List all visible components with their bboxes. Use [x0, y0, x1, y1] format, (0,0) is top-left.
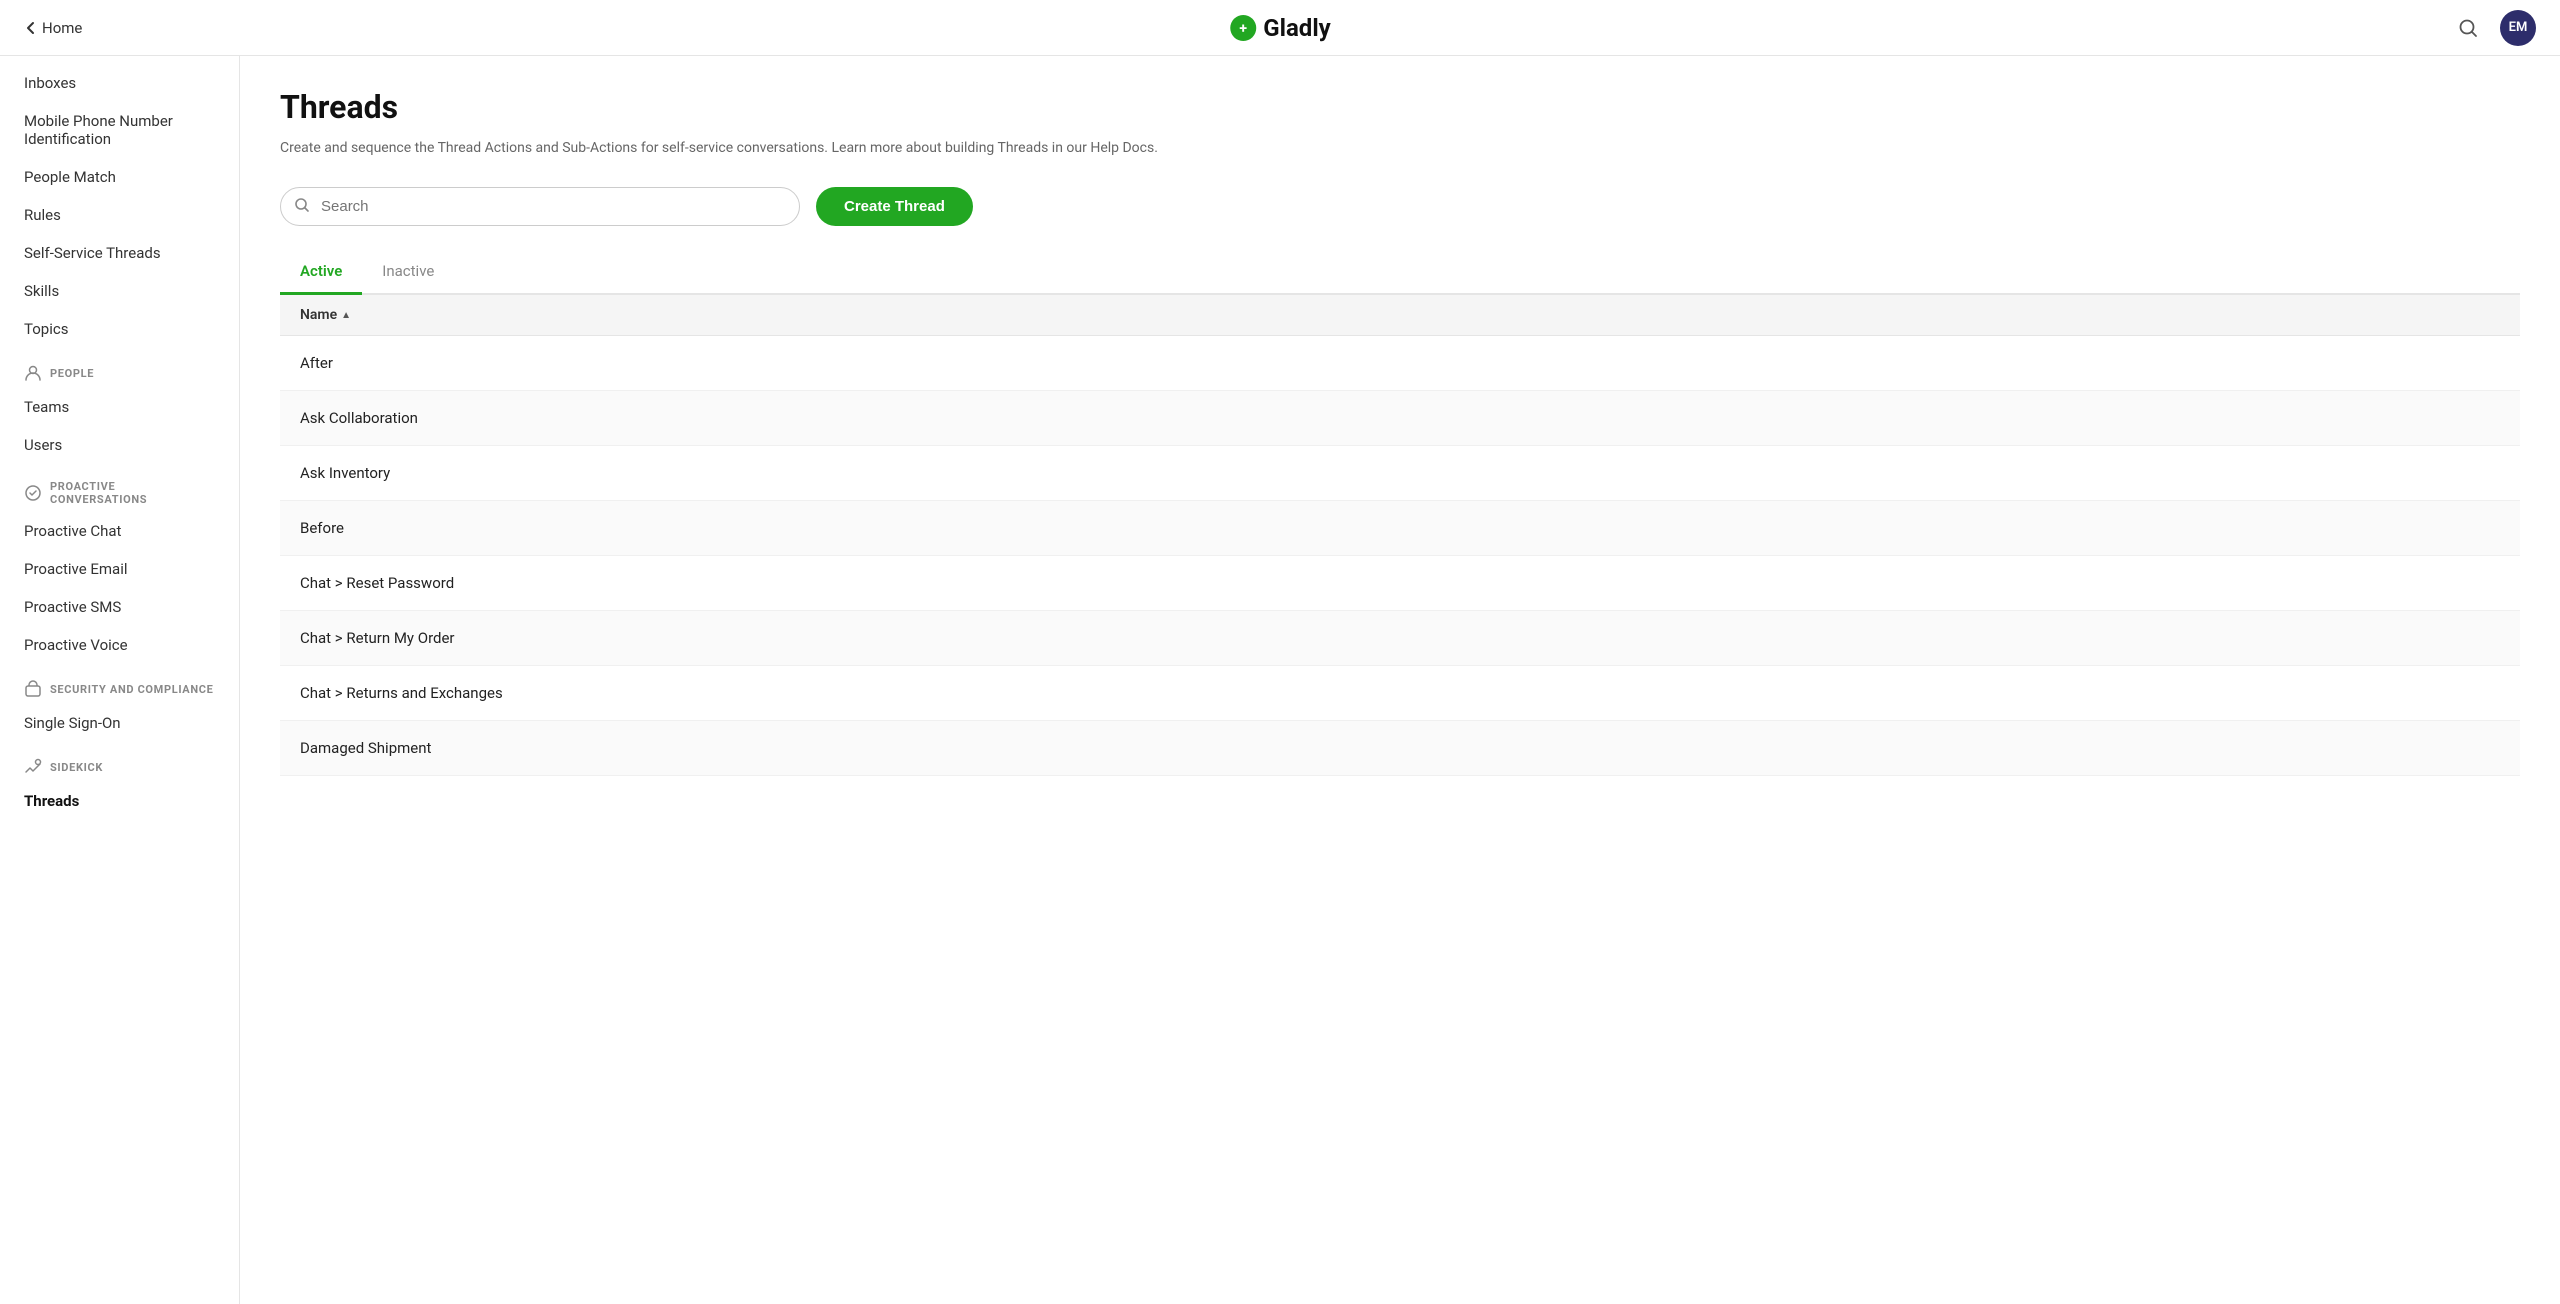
- back-label: Home: [42, 19, 82, 37]
- proactive-icon: [24, 484, 42, 502]
- logo: + Gladly: [1229, 14, 1331, 42]
- sidebar-item-teams[interactable]: Teams: [0, 388, 239, 426]
- create-thread-button[interactable]: Create Thread: [816, 187, 973, 226]
- table-row[interactable]: Damaged Shipment: [280, 721, 2520, 776]
- tabs: Active Inactive: [280, 250, 2520, 295]
- top-nav-right: EM: [2452, 10, 2536, 46]
- global-search-button[interactable]: [2452, 12, 2484, 44]
- sidebar-item-threads[interactable]: Threads: [0, 782, 239, 820]
- search-and-action: Create Thread: [280, 187, 2520, 226]
- sidebar-item-inboxes[interactable]: Inboxes: [0, 64, 239, 102]
- table-row[interactable]: Chat > Returns and Exchanges: [280, 666, 2520, 721]
- sidebar-item-topics[interactable]: Topics: [0, 310, 239, 348]
- search-input-icon: [294, 197, 310, 217]
- user-avatar[interactable]: EM: [2500, 10, 2536, 46]
- sidebar: Inboxes Mobile Phone Number Identificati…: [0, 56, 240, 1304]
- sidebar-item-proactive-voice[interactable]: Proactive Voice: [0, 626, 239, 664]
- search-icon: [2458, 18, 2478, 38]
- table-row[interactable]: Chat > Reset Password: [280, 556, 2520, 611]
- table-row[interactable]: Ask Inventory: [280, 446, 2520, 501]
- table-row[interactable]: Ask Collaboration: [280, 391, 2520, 446]
- table-row[interactable]: After: [280, 336, 2520, 391]
- section-header-security: SECURITY AND COMPLIANCE: [0, 664, 239, 704]
- page-description: Create and sequence the Thread Actions a…: [280, 138, 2520, 159]
- tab-inactive[interactable]: Inactive: [362, 250, 454, 295]
- content-card: Threads Create and sequence the Thread A…: [240, 56, 2560, 1304]
- layout: Inboxes Mobile Phone Number Identificati…: [0, 56, 2560, 1304]
- gladly-logo-icon: +: [1229, 14, 1257, 42]
- threads-list: AfterAsk CollaborationAsk InventoryBefor…: [280, 336, 2520, 776]
- table-row[interactable]: Chat > Return My Order: [280, 611, 2520, 666]
- sort-arrow-icon: ▲: [341, 310, 351, 321]
- main-content: Threads Create and sequence the Thread A…: [240, 56, 2560, 1304]
- logo-text: Gladly: [1263, 14, 1331, 42]
- section-header-sidekick: SIDEKICK: [0, 742, 239, 782]
- sidebar-item-self-service-threads[interactable]: Self-Service Threads: [0, 234, 239, 272]
- back-button[interactable]: Home: [24, 19, 82, 37]
- tab-active[interactable]: Active: [280, 250, 362, 295]
- sidebar-item-proactive-email[interactable]: Proactive Email: [0, 550, 239, 588]
- column-name-sort[interactable]: Name ▲: [300, 307, 351, 323]
- search-wrapper: [280, 187, 800, 226]
- sidebar-item-skills[interactable]: Skills: [0, 272, 239, 310]
- sidebar-item-people-match[interactable]: People Match: [0, 158, 239, 196]
- sidebar-item-rules[interactable]: Rules: [0, 196, 239, 234]
- table-header: Name ▲: [280, 295, 2520, 336]
- sidebar-item-proactive-chat[interactable]: Proactive Chat: [0, 512, 239, 550]
- section-header-people: PEOPLE: [0, 348, 239, 388]
- sidebar-top-items: Inboxes Mobile Phone Number Identificati…: [0, 64, 239, 348]
- sidebar-item-mobile-phone[interactable]: Mobile Phone Number Identification: [0, 102, 239, 158]
- page-title: Threads: [280, 88, 2520, 126]
- sidekick-icon: [24, 758, 42, 776]
- sidebar-item-users[interactable]: Users: [0, 426, 239, 464]
- security-icon: [24, 680, 42, 698]
- top-nav: Home + Gladly EM: [0, 0, 2560, 56]
- sidebar-item-proactive-sms[interactable]: Proactive SMS: [0, 588, 239, 626]
- sidebar-item-single-sign-on[interactable]: Single Sign-On: [0, 704, 239, 742]
- search-input[interactable]: [280, 187, 800, 226]
- svg-text:+: +: [1239, 21, 1247, 37]
- chevron-left-icon: [24, 21, 38, 35]
- person-icon: [24, 364, 42, 382]
- section-header-proactive: PROACTIVE CONVERSATIONS: [0, 464, 239, 512]
- table-row[interactable]: Before: [280, 501, 2520, 556]
